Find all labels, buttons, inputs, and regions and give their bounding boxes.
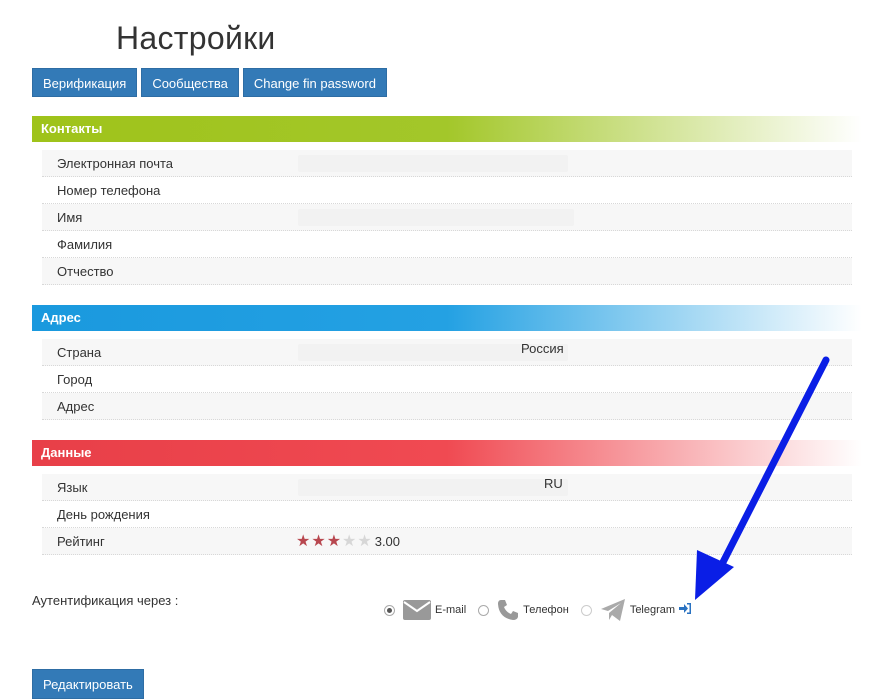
- row-rating: Рейтинг ★ ★ ★ ★ ★ 3.00: [42, 528, 852, 555]
- page-title: Настройки: [116, 20, 276, 56]
- tab-change-fin-password[interactable]: Change fin password: [242, 68, 387, 97]
- tab-verification[interactable]: Верификация: [32, 68, 138, 97]
- rating-value: 3.00: [374, 534, 401, 549]
- section-header-contacts: Контакты: [32, 116, 862, 142]
- row-label: Имя: [57, 210, 83, 225]
- redacted-value: [298, 479, 568, 496]
- auth-option-phone: Телефон: [478, 599, 569, 621]
- row-phone: Номер телефона: [42, 177, 852, 204]
- envelope-icon: [403, 600, 431, 620]
- rating-stars: ★ ★ ★ ★ ★ 3.00: [296, 528, 400, 555]
- star-icon: ★: [342, 532, 357, 550]
- auth-options: E-mail Телефон Telegram: [384, 598, 708, 622]
- settings-tabs: Верификация Сообщества Change fin passwo…: [32, 68, 387, 97]
- star-icon: ★: [311, 532, 326, 550]
- row-label: День рождения: [57, 507, 150, 522]
- row-language: Язык RU: [42, 474, 852, 501]
- row-label: Электронная почта: [57, 156, 174, 171]
- row-email: Электронная почта: [42, 150, 852, 177]
- redacted-value: [298, 209, 574, 226]
- row-address: Адрес: [42, 393, 852, 420]
- row-country: Страна Россия: [42, 339, 852, 366]
- row-label: Рейтинг: [57, 534, 105, 549]
- telegram-icon: [600, 599, 625, 621]
- row-label: Город: [57, 372, 93, 387]
- auth-label: Аутентификация через :: [32, 593, 179, 608]
- row-label: Отчество: [57, 264, 114, 279]
- phone-icon: [498, 600, 519, 620]
- row-label: Адрес: [57, 399, 95, 414]
- edit-button[interactable]: Редактировать: [32, 669, 144, 699]
- star-icon: ★: [357, 532, 372, 550]
- language-value: RU: [544, 476, 563, 491]
- row-city: Город: [42, 366, 852, 393]
- row-label: Фамилия: [57, 237, 113, 252]
- tab-communities[interactable]: Сообщества: [141, 68, 239, 97]
- section-header-address: Адрес: [32, 305, 862, 331]
- country-value: Россия: [521, 341, 564, 356]
- auth-option-label: Telegram: [629, 604, 676, 616]
- row-label: Номер телефона: [57, 183, 161, 198]
- row-last-name: Фамилия: [42, 231, 852, 258]
- redacted-value: [298, 155, 568, 172]
- row-patronymic: Отчество: [42, 258, 852, 285]
- address-rows: Страна Россия Город Адрес: [42, 339, 852, 420]
- row-label: Страна: [57, 345, 102, 360]
- auth-option-telegram: Telegram: [580, 598, 696, 622]
- auth-radio-email[interactable]: [384, 604, 395, 616]
- auth-radio-phone[interactable]: [478, 604, 490, 616]
- auth-radio-telegram[interactable]: [580, 604, 592, 616]
- sign-in-icon[interactable]: [679, 603, 696, 617]
- auth-option-email: E-mail: [384, 600, 466, 620]
- star-icon: ★: [326, 532, 342, 550]
- data-rows: Язык RU День рождения Рейтинг ★ ★ ★ ★ ★ …: [42, 474, 852, 555]
- row-label: Язык: [57, 480, 88, 495]
- auth-option-label: Телефон: [523, 604, 569, 616]
- star-icon: ★: [296, 532, 311, 550]
- row-first-name: Имя: [42, 204, 852, 231]
- auth-option-label: E-mail: [435, 604, 467, 616]
- row-birthday: День рождения: [42, 501, 852, 528]
- section-header-data: Данные: [32, 440, 862, 466]
- contacts-rows: Электронная почта Номер телефона Имя Фам…: [42, 150, 852, 285]
